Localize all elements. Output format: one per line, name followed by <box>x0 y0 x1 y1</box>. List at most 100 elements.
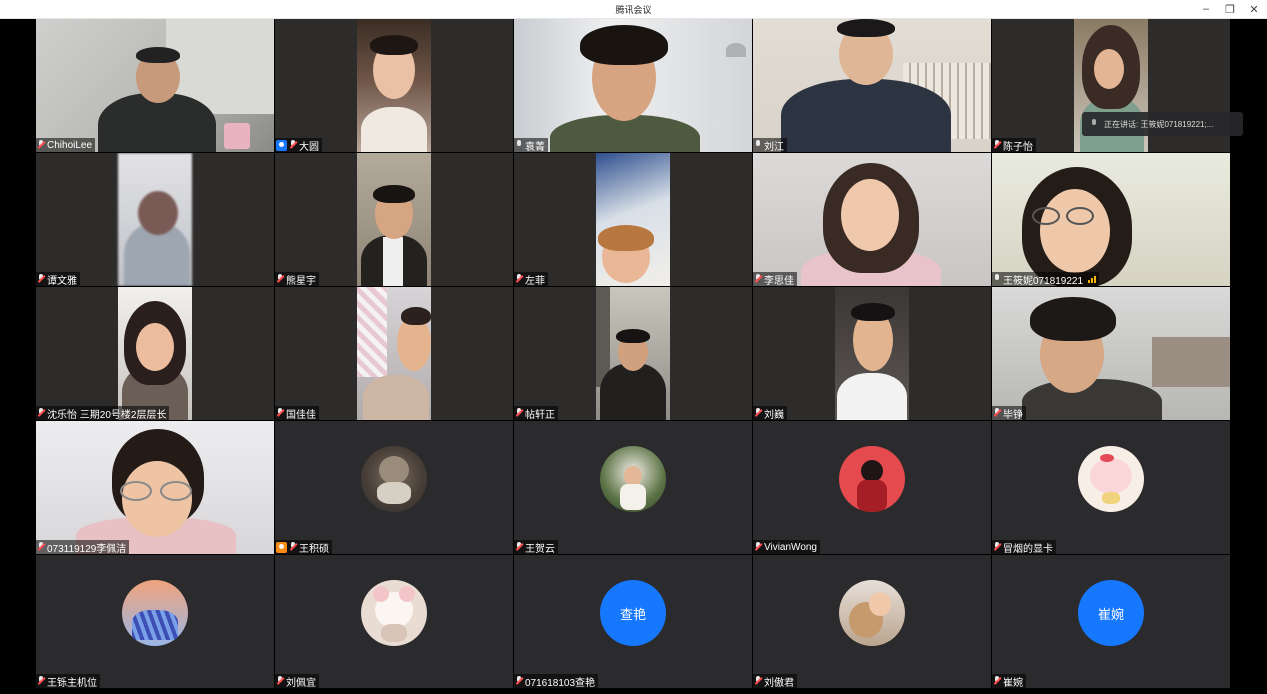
minimize-icon[interactable]: – <box>1199 2 1213 16</box>
avatar <box>600 446 666 512</box>
participant-name: 沈乐怡 三期20号楼2层层长 <box>47 409 167 421</box>
muted-mic-icon <box>993 408 1001 418</box>
participant-tile[interactable]: 刘傲君 <box>753 555 991 688</box>
muted-mic-icon <box>37 408 45 418</box>
muted-mic-icon <box>37 274 45 284</box>
nameplate: 陈子怡 <box>992 138 1036 152</box>
participant-name: 大圆 <box>299 141 319 153</box>
video-feed <box>118 287 192 420</box>
nameplate: 冒烟的显卡 <box>992 540 1056 554</box>
participant-tile[interactable]: 左菲 <box>514 153 752 286</box>
video-stage: ChihoiLee 大圆 袁菁 刘江 陈子怡 谭文雅 熊星宇 左菲 李思佳 王筱… <box>0 19 1267 694</box>
participant-tile[interactable]: ChihoiLee <box>36 19 274 152</box>
participant-name: VivianWong <box>764 541 817 553</box>
participant-tile[interactable]: 李思佳 <box>753 153 991 286</box>
participant-name: 王贺云 <box>525 543 555 555</box>
muted-mic-icon <box>754 676 762 686</box>
participant-name: 王积硕 <box>299 543 329 555</box>
nameplate: 刘江 <box>753 138 787 152</box>
nameplate: 熊星宇 <box>275 272 319 286</box>
participant-name: 刘傲君 <box>764 677 794 689</box>
participant-tile[interactable]: 王积硕 <box>275 421 513 554</box>
video-feed <box>357 19 431 152</box>
participant-name: 袁菁 <box>525 141 545 153</box>
participant-tile-speaking[interactable]: 王筱妮071819221 <box>992 153 1230 286</box>
video-feed <box>835 287 909 420</box>
participant-name: ChihoiLee <box>47 139 93 151</box>
nameplate: 王贺云 <box>514 540 558 554</box>
nameplate: 国佳佳 <box>275 406 319 420</box>
participant-tile[interactable]: 刘江 <box>753 19 991 152</box>
avatar <box>839 580 905 646</box>
muted-mic-icon <box>276 676 284 686</box>
muted-mic-icon <box>993 140 1001 150</box>
nameplate: 大圆 <box>275 138 322 152</box>
participant-tile[interactable]: 王铄主机位 <box>36 555 274 688</box>
nameplate: 毕铮 <box>992 406 1026 420</box>
muted-mic-icon <box>289 140 297 150</box>
participant-tile[interactable]: 谭文雅 <box>36 153 274 286</box>
participant-tile[interactable]: 袁菁 <box>514 19 752 152</box>
participant-tile[interactable]: 刘巍 <box>753 287 991 420</box>
nameplate: 073119129李佩洁 <box>36 540 130 554</box>
avatar <box>361 446 427 512</box>
participant-name: 刘巍 <box>764 409 784 421</box>
video-feed <box>753 19 991 152</box>
participant-name: 李思佳 <box>764 275 794 287</box>
mic-icon <box>515 140 523 150</box>
participant-name: 071618103查艳 <box>525 677 596 689</box>
restore-icon[interactable]: ❐ <box>1223 2 1237 16</box>
participant-tile[interactable]: 查艳 071618103查艳 <box>514 555 752 688</box>
participant-name: 刘佩宜 <box>286 677 316 689</box>
video-feed <box>118 153 192 286</box>
participant-tile[interactable]: 帖轩正 <box>514 287 752 420</box>
muted-mic-icon <box>754 408 762 418</box>
mic-icon <box>993 274 1001 284</box>
video-feed <box>753 153 991 286</box>
cohost-badge-icon <box>276 541 287 553</box>
nameplate: ChihoiLee <box>36 138 96 152</box>
nameplate: 帖轩正 <box>514 406 558 420</box>
nameplate: 王积硕 <box>275 540 332 554</box>
participant-grid: ChihoiLee 大圆 袁菁 刘江 陈子怡 谭文雅 熊星宇 左菲 李思佳 王筱… <box>36 19 1231 692</box>
audio-level-icon <box>1088 275 1097 283</box>
participant-tile[interactable]: 熊星宇 <box>275 153 513 286</box>
nameplate: 谭文雅 <box>36 272 80 286</box>
mic-icon <box>1090 119 1098 129</box>
nameplate: 沈乐怡 三期20号楼2层层长 <box>36 406 170 421</box>
mic-icon <box>754 140 762 150</box>
speaking-indicator-text: 正在讲话: 王筱妮071819221;... <box>1104 119 1214 129</box>
participant-tile[interactable]: 沈乐怡 三期20号楼2层层长 <box>36 287 274 420</box>
participant-tile[interactable]: 王贺云 <box>514 421 752 554</box>
nameplate: 崔婉 <box>992 674 1026 688</box>
nameplate: 王铄主机位 <box>36 674 100 688</box>
title-bar: 腾讯会议 – ❐ ✕ <box>0 0 1267 19</box>
muted-mic-icon <box>37 542 45 552</box>
participant-name: 陈子怡 <box>1003 141 1033 153</box>
nameplate: VivianWong <box>753 540 820 554</box>
participant-name: 国佳佳 <box>286 409 316 421</box>
participant-name: 熊星宇 <box>286 275 316 287</box>
avatar <box>361 580 427 646</box>
nameplate: 袁菁 <box>514 138 548 152</box>
participant-name: 谭文雅 <box>47 275 77 287</box>
participant-tile[interactable]: 崔婉 崔婉 <box>992 555 1230 688</box>
video-feed <box>36 421 274 554</box>
close-icon[interactable]: ✕ <box>1247 2 1261 16</box>
nameplate: 王筱妮071819221 <box>992 272 1100 286</box>
participant-name: 王铄主机位 <box>47 677 97 689</box>
participant-tile[interactable]: 毕铮 <box>992 287 1230 420</box>
muted-mic-icon <box>289 542 297 552</box>
avatar <box>839 446 905 512</box>
participant-tile[interactable]: 073119129李佩洁 <box>36 421 274 554</box>
participant-tile[interactable]: 国佳佳 <box>275 287 513 420</box>
participant-tile[interactable]: VivianWong <box>753 421 991 554</box>
participant-name: 毕铮 <box>1003 409 1023 421</box>
participant-tile[interactable]: 刘佩宜 <box>275 555 513 688</box>
participant-tile[interactable]: 冒烟的显卡 <box>992 421 1230 554</box>
muted-mic-icon <box>515 676 523 686</box>
video-feed <box>992 287 1230 420</box>
avatar <box>122 580 188 646</box>
video-feed <box>357 287 431 420</box>
participant-tile[interactable]: 大圆 <box>275 19 513 152</box>
